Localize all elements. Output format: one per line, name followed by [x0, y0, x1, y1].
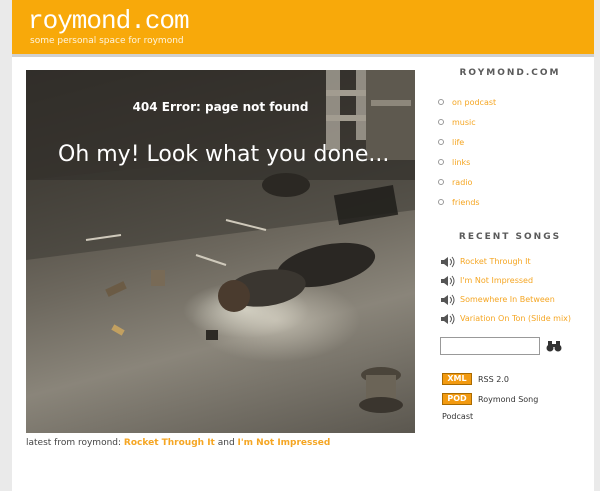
site-title[interactable]: roymond.com — [28, 6, 190, 36]
error-code-text: 404 Error: page not found — [132, 100, 309, 114]
song-title: Somewhere In Between — [460, 295, 555, 304]
rss-label: RSS 2.0 — [478, 374, 509, 384]
speaker-icon — [441, 275, 455, 287]
sidebar-item-label: music — [452, 117, 476, 127]
recent-songs-heading: RECENT SONGS — [458, 232, 562, 242]
bullet-icon — [438, 159, 444, 165]
sidebar-item-music[interactable]: music — [430, 112, 590, 132]
bullet-icon — [438, 139, 444, 145]
sidebar-item-friends[interactable]: friends — [430, 192, 590, 212]
latest-link-1[interactable]: Rocket Through It — [124, 438, 215, 448]
song-item[interactable]: I'm Not Impressed — [430, 275, 590, 287]
latest-line: latest from roymond: Rocket Through It a… — [26, 438, 330, 448]
hero-photo: 404 Error: page not found Oh my! Look wh… — [26, 70, 415, 433]
song-item[interactable]: Rocket Through It — [430, 256, 590, 268]
speaker-icon — [441, 313, 455, 325]
sidebar-item-label: on podcast — [452, 97, 497, 107]
bullet-icon — [438, 199, 444, 205]
sidebar: ROYMOND.COM on podcast music life links … — [430, 68, 590, 423]
sidebar-item-label: friends — [452, 197, 480, 207]
right-frame — [594, 0, 600, 491]
binoculars-icon[interactable] — [546, 340, 562, 352]
sidebar-item-label: links — [452, 157, 471, 167]
bullet-icon — [438, 119, 444, 125]
song-title: Rocket Through It — [460, 257, 531, 266]
bullet-icon — [438, 179, 444, 185]
search-row — [440, 337, 590, 355]
photo-scene — [26, 70, 415, 413]
latest-link-2[interactable]: I'm Not Impressed — [238, 438, 331, 448]
pod-badge[interactable]: POD — [442, 393, 472, 405]
latest-prefix: latest from roymond: — [26, 438, 122, 448]
left-frame — [0, 0, 12, 491]
song-item[interactable]: Somewhere In Between — [430, 294, 590, 306]
podcast-label: Roymond Song — [478, 394, 539, 404]
error-headline: Oh my! Look what you done... — [58, 142, 390, 167]
sidebar-item-life[interactable]: life — [430, 132, 590, 152]
site-header: roymond.com some personal space for roym… — [12, 0, 594, 54]
song-title: Variation On Ton (Slide mix) — [460, 314, 572, 323]
xml-badge[interactable]: XML — [442, 373, 472, 385]
latest-joiner: and — [217, 438, 235, 448]
header-divider — [12, 54, 594, 57]
sidebar-item-podcast[interactable]: on podcast — [430, 92, 590, 112]
sidebar-item-radio[interactable]: radio — [430, 172, 590, 192]
sidebar-nav: on podcast music life links radio friend… — [430, 92, 590, 212]
song-item[interactable]: Variation On Ton (Slide mix) — [430, 313, 590, 325]
sidebar-item-label: radio — [452, 177, 473, 187]
search-input[interactable] — [440, 337, 540, 355]
sidebar-nav-heading: ROYMOND.COM — [459, 68, 561, 78]
song-title: I'm Not Impressed — [460, 276, 534, 285]
rss-feed-row[interactable]: XML RSS 2.0 — [442, 373, 590, 385]
podcast-label-line2: Podcast — [442, 412, 474, 421]
podcast-feed-row[interactable]: POD Roymond Song — [442, 393, 590, 405]
bullet-icon — [438, 99, 444, 105]
sidebar-item-links[interactable]: links — [430, 152, 590, 172]
speaker-icon — [441, 256, 455, 268]
speaker-icon — [441, 294, 455, 306]
sidebar-item-label: life — [452, 137, 465, 147]
site-tagline: some personal space for roymond — [30, 36, 184, 46]
